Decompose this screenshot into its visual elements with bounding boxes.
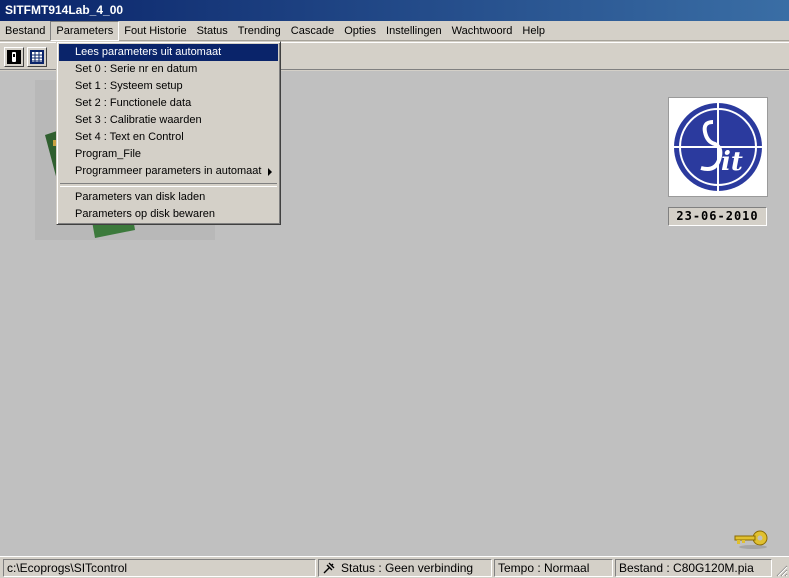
menu-item-programmeer-parameters[interactable]: Programmeer parameters in automaat (59, 163, 278, 180)
title-bar: SITFMT914Lab_4_00 (0, 0, 789, 21)
status-tempo: Tempo : Normaal (494, 559, 613, 577)
menu-help[interactable]: Help (517, 21, 550, 41)
key-icon[interactable] (733, 528, 769, 550)
menu-cascade[interactable]: Cascade (286, 21, 339, 41)
menu-opties[interactable]: Opties (339, 21, 381, 41)
resize-grip-icon[interactable] (776, 565, 788, 577)
window-title: SITFMT914Lab_4_00 (5, 3, 124, 17)
menu-item-set-3[interactable]: Set 3 : Calibratie waarden (59, 112, 278, 129)
status-path: c:\Ecoprogs\SITcontrol (3, 559, 316, 577)
menu-item-set-2[interactable]: Set 2 : Functionele data (59, 95, 278, 112)
status-connection-text: Status : Geen verbinding (341, 561, 474, 575)
toolbar-grid-button[interactable] (27, 47, 47, 67)
toolbar-phone-button[interactable] (4, 47, 24, 67)
menu-item-disk-bewaren[interactable]: Parameters op disk bewaren (59, 206, 278, 223)
menu-bestand[interactable]: Bestand (0, 21, 50, 41)
status-bar: c:\Ecoprogs\SITcontrol Status : Geen ver… (0, 556, 789, 578)
svg-text:it: it (721, 147, 743, 177)
menu-item-set-1[interactable]: Set 1 : Systeem setup (59, 78, 278, 95)
grid-icon (30, 50, 44, 64)
sit-logo: it (668, 97, 768, 197)
menu-item-program-file[interactable]: Program_File (59, 146, 278, 163)
menu-item-disk-laden[interactable]: Parameters van disk laden (59, 189, 278, 206)
menu-item-programmeer-label: Programmeer parameters in automaat (75, 165, 262, 177)
status-connection: Status : Geen verbinding (318, 559, 492, 577)
date-display: 23-06-2010 (668, 207, 767, 226)
menu-item-set-4[interactable]: Set 4 : Text en Control (59, 129, 278, 146)
menu-fout-historie[interactable]: Fout Historie (119, 21, 191, 41)
menu-instellingen[interactable]: Instellingen (381, 21, 447, 41)
submenu-arrow-icon (268, 168, 272, 176)
menu-item-lees-parameters[interactable]: Lees parameters uit automaat (59, 44, 278, 61)
status-bestand: Bestand : C80G120M.pia (615, 559, 772, 577)
sit-logo-icon: it (674, 103, 762, 191)
menu-wachtwoord[interactable]: Wachtwoord (447, 21, 518, 41)
phone-icon (7, 50, 21, 64)
plug-icon (323, 562, 335, 574)
parameters-dropdown-menu: Lees parameters uit automaat Set 0 : Ser… (56, 41, 281, 225)
menu-trending[interactable]: Trending (233, 21, 286, 41)
menu-separator (59, 180, 278, 189)
menu-status[interactable]: Status (192, 21, 233, 41)
menu-bar: Bestand Parameters Fout Historie Status … (0, 21, 789, 41)
menu-parameters[interactable]: Parameters (50, 21, 120, 41)
menu-item-set-0[interactable]: Set 0 : Serie nr en datum (59, 61, 278, 78)
